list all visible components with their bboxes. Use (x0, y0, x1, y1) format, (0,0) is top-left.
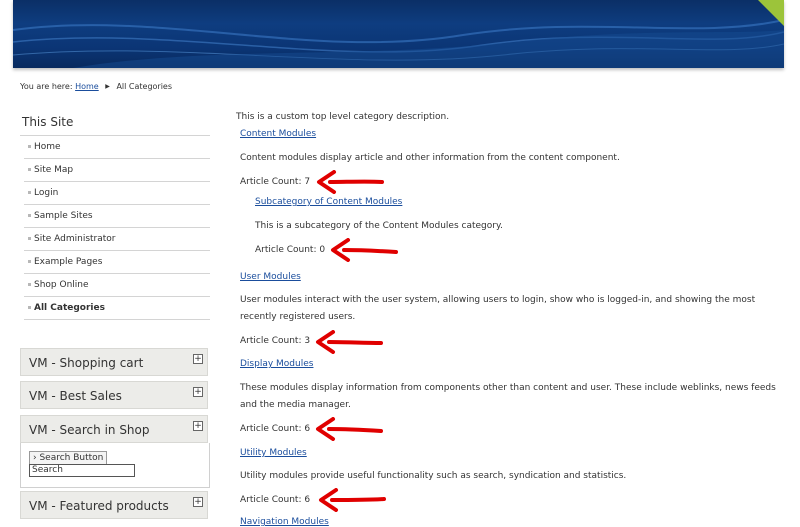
sidebar-item-example-pages[interactable]: Example Pages (24, 251, 210, 274)
article-count: Article Count: 7 (240, 177, 311, 187)
module-featured-products-header[interactable]: VM - Featured products + (20, 491, 208, 519)
sidebar: This Site Home Site Map Login Sample Sit… (20, 112, 210, 320)
annotation-arrow-icon (319, 488, 386, 512)
search-button[interactable]: › Search Button (29, 451, 108, 465)
category-link-display-modules[interactable]: Display Modules (240, 359, 313, 369)
annotation-arrow-icon (316, 330, 383, 354)
sidebar-item-all-categories[interactable]: All Categories (24, 297, 210, 320)
category-link-utility-modules[interactable]: Utility Modules (240, 448, 307, 458)
breadcrumb-arrow-icon: ▶ (105, 83, 110, 90)
module-search-in-shop-header[interactable]: VM - Search in Shop + (20, 415, 208, 443)
category-intro: This is a custom top level category desc… (236, 112, 450, 122)
expand-plus-icon[interactable]: + (193, 421, 203, 431)
annotation-arrow-icon (331, 238, 398, 262)
subcategory-link[interactable]: Subcategory of Content Modules (255, 197, 402, 207)
shop-search-panel: › Search Button Search (20, 443, 210, 488)
category-description: User modules interact with the user syst… (240, 295, 756, 322)
category-link-content-modules[interactable]: Content Modules (240, 129, 316, 139)
banner-wave-graphic (13, 19, 784, 68)
module-title: VM - Featured products (29, 499, 169, 513)
breadcrumb: You are here: Home ▶ All Categories (20, 82, 172, 91)
banner-corner-accent (758, 0, 784, 26)
breadcrumb-home-link[interactable]: Home (75, 82, 99, 91)
article-count: Article Count: 0 (255, 245, 326, 255)
expand-plus-icon[interactable]: + (193, 387, 203, 397)
search-input[interactable]: Search (29, 464, 135, 477)
category-description: Utility modules provide useful functiona… (240, 471, 627, 481)
sidebar-item-login[interactable]: Login (24, 182, 210, 205)
module-title: VM - Search in Shop (29, 423, 150, 437)
module-title: VM - Best Sales (29, 389, 122, 403)
category-description: Content modules display article and othe… (240, 153, 620, 163)
category-link-user-modules[interactable]: User Modules (240, 272, 301, 282)
article-count: Article Count: 3 (240, 336, 311, 346)
annotation-arrow-icon (317, 170, 384, 194)
breadcrumb-current: All Categories (116, 82, 173, 91)
sidebar-item-site-map[interactable]: Site Map (24, 159, 210, 182)
annotation-arrow-icon (316, 417, 383, 441)
sidebar-item-shop-online[interactable]: Shop Online (24, 274, 210, 297)
breadcrumb-prefix: You are here: (20, 82, 73, 91)
expand-plus-icon[interactable]: + (193, 497, 203, 507)
expand-plus-icon[interactable]: + (193, 354, 203, 364)
sidebar-title: This Site (22, 115, 74, 129)
subcategory-description: This is a subcategory of the Content Mod… (255, 221, 503, 231)
article-count: Article Count: 6 (240, 495, 311, 505)
module-title: VM - Shopping cart (29, 356, 144, 370)
article-count: Article Count: 6 (240, 424, 311, 434)
sidebar-item-home[interactable]: Home (24, 136, 210, 159)
category-link-navigation-modules[interactable]: Navigation Modules (240, 517, 329, 527)
module-shopping-cart-header[interactable]: VM - Shopping cart + (20, 348, 208, 376)
sidebar-menu: Home Site Map Login Sample Sites Site Ad… (20, 135, 210, 320)
site-banner (13, 0, 784, 68)
module-best-sales-header[interactable]: VM - Best Sales + (20, 381, 208, 409)
sidebar-item-sample-sites[interactable]: Sample Sites (24, 205, 210, 228)
category-description: These modules display information from c… (240, 383, 776, 410)
sidebar-item-site-administrator[interactable]: Site Administrator (24, 228, 210, 251)
